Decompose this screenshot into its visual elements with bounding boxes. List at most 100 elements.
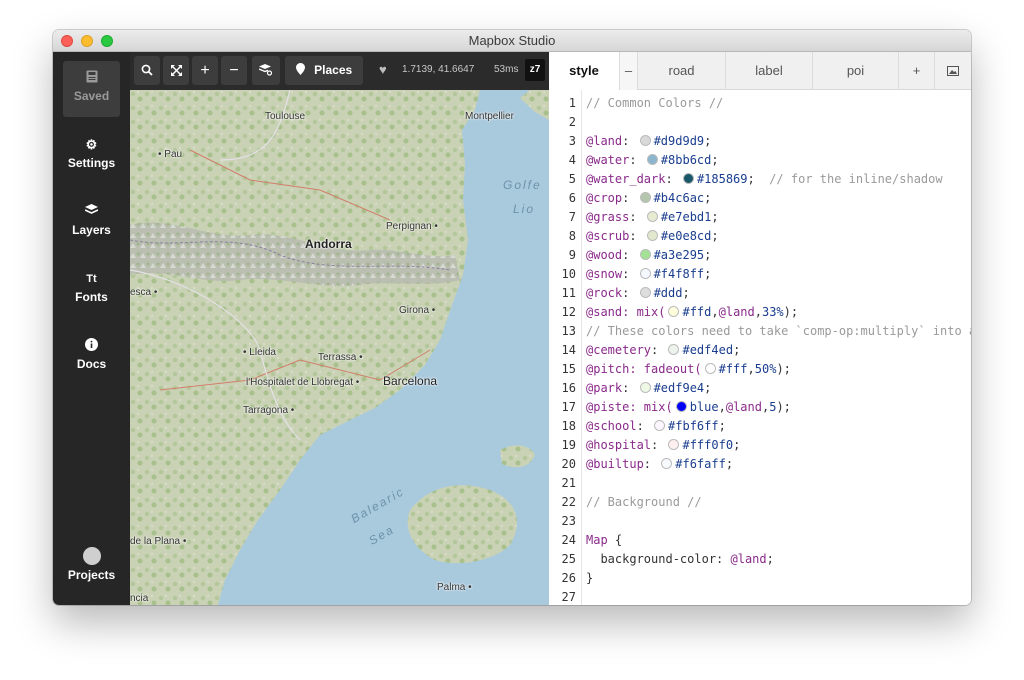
code-line[interactable]: 9 @wood: #a3e295; xyxy=(549,246,971,265)
code-token: : xyxy=(629,153,644,167)
code-line[interactable]: 13 // These colors need to take `comp-op:… xyxy=(549,322,971,341)
code-line[interactable]: 18 @school: #fbf6ff; xyxy=(549,417,971,436)
place-label: Perpignan • xyxy=(386,221,438,232)
code-line[interactable]: 5 @water_dark: #185869; // for the inline… xyxy=(549,170,971,189)
add-tab-button[interactable]: + xyxy=(898,52,934,90)
code-token: ; xyxy=(704,191,712,205)
code-text: @wood: #a3e295; xyxy=(586,246,711,265)
zoom-in-button[interactable]: + xyxy=(192,56,218,85)
code-line[interactable]: 21 xyxy=(549,474,971,493)
code-line[interactable]: 10 @snow: #f4f8ff; xyxy=(549,265,971,284)
tab-remove-button[interactable]: – xyxy=(619,52,637,90)
color-swatch[interactable] xyxy=(639,135,651,146)
layers-toggle-button[interactable] xyxy=(252,56,280,85)
code-line[interactable]: 15 @pitch: fadeout(#fff,50%); xyxy=(549,360,971,379)
code-line[interactable]: 26} xyxy=(549,569,971,588)
heart-icon[interactable]: ♥ xyxy=(379,62,387,77)
code-line[interactable]: 25 background-color: @land; xyxy=(549,550,971,569)
tab-label[interactable]: label xyxy=(725,52,812,90)
color-swatch[interactable] xyxy=(668,306,680,317)
color-swatch[interactable] xyxy=(654,420,666,431)
color-swatch[interactable] xyxy=(668,344,680,355)
place-label: Palma • xyxy=(437,582,472,593)
code-line[interactable]: 27 xyxy=(549,588,971,605)
place-label-text: esca xyxy=(130,287,152,298)
color-swatch[interactable] xyxy=(682,173,694,184)
color-swatch[interactable] xyxy=(646,230,658,241)
sea-label: Lio xyxy=(513,202,536,216)
color-swatch[interactable] xyxy=(661,458,673,469)
place-label: • Pau xyxy=(158,149,183,160)
color-swatch[interactable] xyxy=(646,154,658,165)
color-swatch[interactable] xyxy=(675,401,687,412)
sidebar-item-docs[interactable]: Docs xyxy=(63,329,120,385)
line-number: 3 xyxy=(568,134,576,148)
code-line[interactable]: 1 // Common Colors // xyxy=(549,94,971,113)
color-swatch[interactable] xyxy=(639,287,651,298)
code-text: @grass: #e7ebd1; xyxy=(586,208,719,227)
code-token: #edf9e4 xyxy=(653,381,705,395)
sidebar-item-projects[interactable]: Projects xyxy=(63,538,120,594)
zoom-level-badge: z7 xyxy=(525,59,545,81)
tab-road[interactable]: road xyxy=(637,52,725,90)
code-token: ; xyxy=(725,457,734,471)
code-line[interactable]: 20 @builtup: #f6faff; xyxy=(549,455,971,474)
color-swatch[interactable] xyxy=(639,382,651,393)
tab-poi[interactable]: poi xyxy=(812,52,898,90)
code-token: #8bb6cd xyxy=(660,153,712,167)
code-line[interactable]: 4 @water: #8bb6cd; xyxy=(549,151,971,170)
color-swatch[interactable] xyxy=(639,249,651,260)
place-label-text: l'Hospitalet de Llobregat xyxy=(246,377,353,388)
color-swatch[interactable] xyxy=(704,363,716,374)
code-token: , xyxy=(718,400,726,414)
color-swatch[interactable] xyxy=(646,211,658,222)
fullscreen-button[interactable] xyxy=(163,56,189,85)
code-text: @sand: mix(#ffd,@land,33%); xyxy=(586,303,798,322)
minus-icon: − xyxy=(229,62,239,79)
code-line[interactable]: 7 @grass: #e7ebd1; xyxy=(549,208,971,227)
zoom-out-button[interactable]: − xyxy=(221,56,247,85)
places-button[interactable]: Places xyxy=(285,56,363,85)
sidebar-item-fonts[interactable]: Tt Fonts xyxy=(63,262,120,318)
code-token: : xyxy=(622,381,637,395)
code-token: ; xyxy=(766,552,774,566)
color-swatch[interactable] xyxy=(639,268,651,279)
sidebar-item-saved[interactable]: Saved xyxy=(63,61,120,117)
sidebar-item-settings[interactable]: ⚙ Settings xyxy=(63,128,120,184)
code-text: @rock: #ddd; xyxy=(586,284,690,303)
image-tab-button[interactable] xyxy=(934,52,971,90)
code-line[interactable]: 23 xyxy=(549,512,971,531)
code-line[interactable]: 6 @crop: #b4c6ac; xyxy=(549,189,971,208)
code-line[interactable]: 22 // Background // xyxy=(549,493,971,512)
code-text: } xyxy=(586,569,593,588)
code-text: // These colors need to take `comp-op:mu… xyxy=(586,322,971,341)
code-token: ; xyxy=(682,286,690,300)
code-token: ; xyxy=(704,134,712,148)
tab-style[interactable]: style xyxy=(549,52,619,90)
code-token: #b4c6ac xyxy=(653,191,705,205)
code-editor[interactable]: 1// Common Colors //2 3 @land: #d9d9d9; 4 @w… xyxy=(549,90,971,605)
code-line[interactable]: 11 @rock: #ddd; xyxy=(549,284,971,303)
code-line[interactable]: 8 @scrub: #e0e8cd; xyxy=(549,227,971,246)
search-button[interactable] xyxy=(134,56,160,85)
code-line[interactable]: 19 @hospital: #fff0f0; xyxy=(549,436,971,455)
code-line[interactable]: 12 @sand: mix(#ffd,@land,33%); xyxy=(549,303,971,322)
code-line[interactable]: 3 @land: #d9d9d9; xyxy=(549,132,971,151)
fonts-icon: Tt xyxy=(86,273,97,285)
color-swatch[interactable] xyxy=(668,439,680,450)
code-token: @water xyxy=(586,153,630,167)
code-text: @school: #fbf6ff; xyxy=(586,417,726,436)
code-token: #f4f8ff xyxy=(653,267,705,281)
code-line[interactable]: 24 Map { xyxy=(549,531,971,550)
code-line[interactable]: 14 @cemetery: #edf4ed; xyxy=(549,341,971,360)
code-line[interactable]: 17 @piste: mix(blue,@land,5); xyxy=(549,398,971,417)
code-token: @land xyxy=(725,400,762,414)
place-label-text: de la Plana xyxy=(130,536,181,547)
place-label: l'Hospitalet de Llobregat • xyxy=(246,377,360,388)
map-canvas[interactable]: Toulouse Montpellier • Pau Andorra Perpi… xyxy=(130,90,549,605)
code-line[interactable]: 2 xyxy=(549,113,971,132)
color-swatch[interactable] xyxy=(639,192,651,203)
code-line[interactable]: 16 @park: #edf9e4; xyxy=(549,379,971,398)
sidebar-item-label: Projects xyxy=(67,568,116,582)
sidebar-item-layers[interactable]: Layers xyxy=(63,195,120,251)
